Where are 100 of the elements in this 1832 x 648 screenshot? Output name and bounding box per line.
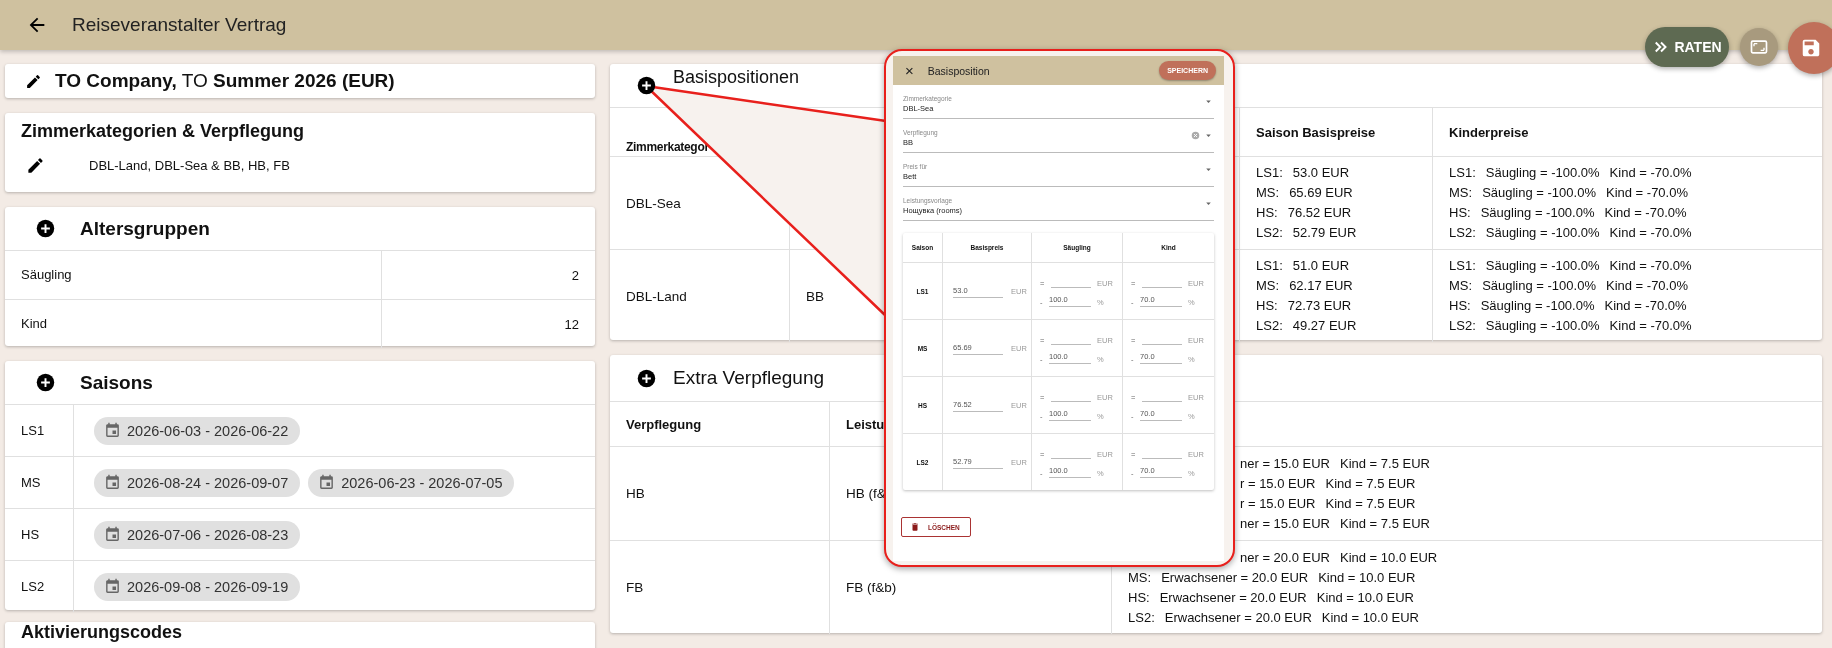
close-button[interactable]: ×	[905, 63, 914, 78]
child-price: Kind = -70.0%	[1605, 278, 1688, 293]
table-cell: FB	[626, 580, 644, 595]
price-value: 52.79 EUR	[1292, 225, 1357, 240]
column-header: Saison Basispreise	[1256, 124, 1376, 140]
child-price: Kind = -70.0%	[1609, 225, 1692, 240]
child-price: Kind = -70.0%	[1605, 185, 1688, 200]
table-cell: LS1	[5, 405, 74, 456]
calendar-icon	[104, 578, 121, 595]
table-cell: HB	[626, 486, 645, 501]
rates-button[interactable]: RATEN	[1645, 27, 1729, 67]
price-value: 51.0 EUR	[1292, 258, 1350, 273]
adult-price: ner = 20.0 EUR	[1240, 549, 1330, 565]
season-label: LS2:	[1256, 318, 1283, 333]
child-price: Kind = 7.5 EUR	[1325, 495, 1416, 511]
table-cell: LS2	[5, 561, 74, 612]
child-price: Kind = 7.5 EUR	[1325, 475, 1416, 491]
infant-price: Säugling = -100.0%	[1485, 165, 1600, 180]
season-label: LS2:	[1449, 225, 1476, 240]
season-label: HS:	[1449, 298, 1471, 313]
adult-price: ner = 15.0 EUR	[1240, 515, 1330, 531]
table-cell: MS	[5, 457, 74, 508]
season-label: LS2:	[1256, 225, 1283, 240]
card-title: Aktivierungscodes	[21, 622, 183, 642]
season-label: LS1:	[1256, 165, 1283, 180]
table-cell: Kind	[5, 300, 382, 348]
add-icon[interactable]	[636, 75, 657, 96]
date-range-chip[interactable]: 2026-06-03 - 2026-06-22	[94, 416, 301, 445]
season-label: MS:	[1256, 185, 1280, 200]
season-label: MS:	[1128, 569, 1152, 585]
edit-icon[interactable]	[25, 72, 42, 90]
calendar-icon	[104, 474, 121, 491]
date-range-chip[interactable]: 2026-07-06 - 2026-08-23	[94, 520, 301, 549]
season-label: LS1:	[1449, 165, 1476, 180]
table-cell: HB (f&	[846, 486, 886, 501]
child-price: Kind = 7.5 EUR	[1339, 515, 1430, 531]
infant-price: Säugling = -100.0%	[1482, 278, 1596, 293]
child-price: Kind = 7.5 EUR	[1339, 455, 1430, 471]
table-cell: BB	[806, 288, 824, 304]
infant-price: Säugling = -100.0%	[1485, 318, 1600, 333]
table-cell: DBL-Land	[626, 288, 687, 304]
price-value: 49.27 EUR	[1292, 318, 1357, 333]
child-price: Kind = -70.0%	[1609, 165, 1692, 180]
trash-icon	[910, 522, 920, 532]
season-label: LS2:	[1449, 318, 1476, 333]
infant-price: Säugling = -100.0%	[1480, 298, 1595, 313]
card-title: Altersgruppen	[80, 217, 210, 240]
table-cell-text: 12	[563, 316, 580, 332]
table-cell-text: 2	[570, 267, 580, 283]
add-icon[interactable]	[35, 372, 56, 393]
table-cell: Säugling	[5, 251, 382, 299]
child-price: Kind = 10.0 EUR	[1321, 609, 1419, 625]
date-range-chip[interactable]: 2026-06-23 - 2026-07-05	[308, 468, 515, 497]
infant-price: Säugling = -100.0%	[1485, 225, 1600, 240]
date-range-chip[interactable]: 2026-08-24 - 2026-09-07	[94, 468, 301, 497]
season-label: MS:	[1449, 185, 1473, 200]
infant-price: Säugling = -100.0%	[1485, 258, 1600, 273]
table-cell: HS	[5, 509, 74, 560]
add-icon[interactable]	[636, 367, 657, 389]
calendar-icon	[104, 422, 121, 439]
calendar-icon	[104, 526, 121, 543]
infant-price: Säugling = -100.0%	[1482, 185, 1596, 200]
child-price: Kind = -70.0%	[1609, 258, 1692, 273]
column-header: Kinderpreise	[1449, 124, 1529, 140]
season-label: LS1:	[1449, 258, 1476, 273]
adult-price: Erwachsener = 20.0 EUR	[1159, 589, 1307, 605]
price-value: 65.69 EUR	[1289, 185, 1353, 200]
season-label: MS:	[1256, 278, 1280, 293]
adult-price: ner = 15.0 EUR	[1240, 455, 1330, 471]
child-price: Kind = -70.0%	[1604, 205, 1687, 220]
card-title: Extra Verpflegung	[673, 367, 825, 389]
edit-icon[interactable]	[26, 156, 45, 175]
season-label: HS:	[1128, 589, 1150, 605]
add-icon[interactable]	[35, 218, 56, 239]
page-title: Reiseveranstalter Vertrag	[72, 14, 287, 36]
child-price: Kind = 10.0 EUR	[1318, 569, 1416, 585]
child-price: Kind = -70.0%	[1604, 298, 1687, 313]
contract-title: TO Company, TO Summer 2026 (EUR)	[55, 70, 395, 92]
adult-price: Erwachsener = 20.0 EUR	[1161, 569, 1309, 585]
column-header: Zimmerkategor	[626, 140, 709, 155]
table-cell: DBL-Sea	[626, 195, 681, 211]
date-range-chip[interactable]: 2026-09-08 - 2026-09-19	[94, 572, 301, 601]
adult-price: Erwachsener = 20.0 EUR	[1164, 609, 1312, 625]
season-label: HS:	[1449, 205, 1471, 220]
adult-price: r = 15.0 EUR	[1240, 495, 1316, 511]
infant-price: Säugling = -100.0%	[1480, 205, 1595, 220]
price-value: 62.17 EUR	[1289, 278, 1353, 293]
card-title: Zimmerkategorien & Verpflegung	[21, 120, 306, 142]
season-label: MS:	[1449, 278, 1473, 293]
season-label: HS:	[1256, 298, 1278, 313]
price-value: 76.52 EUR	[1287, 205, 1352, 220]
column-header: Verpflegung	[626, 416, 702, 432]
clear-icon[interactable]	[1191, 131, 1200, 140]
price-value: 53.0 EUR	[1292, 165, 1350, 180]
child-price: Kind = 10.0 EUR	[1339, 549, 1438, 565]
dialog-title: Basisposition	[927, 64, 990, 77]
child-price: Kind = -70.0%	[1609, 318, 1692, 333]
table-cell: FB (f&b)	[846, 580, 897, 595]
child-price: Kind = 10.0 EUR	[1316, 589, 1414, 605]
save-icon	[1800, 37, 1822, 59]
